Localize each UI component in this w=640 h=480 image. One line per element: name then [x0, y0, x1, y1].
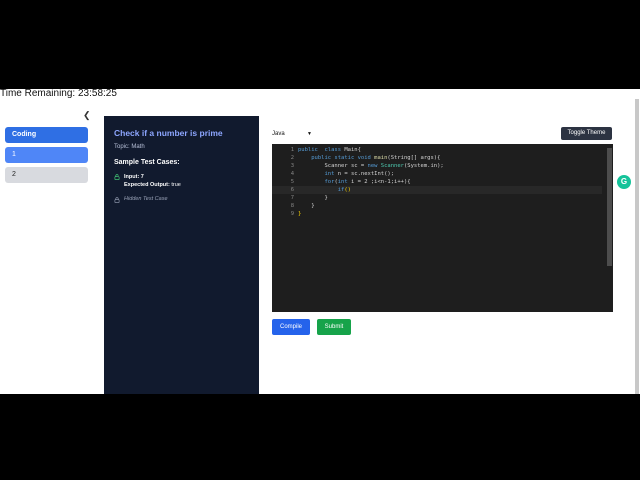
line-number: 5: [290, 179, 294, 185]
line-number: 3: [290, 163, 294, 169]
line-number: 8: [290, 203, 294, 209]
code-line: 8 }: [272, 202, 602, 210]
case-output-label: Expected Output:: [124, 182, 170, 188]
problem-topic: Topic: Math: [114, 144, 145, 150]
toggle-theme-button[interactable]: Toggle Theme: [561, 127, 612, 140]
line-number: 2: [290, 155, 294, 161]
editor-pane: Java ▼ Toggle Theme 1 public class Main{2…: [262, 116, 636, 394]
page-scrollbar[interactable]: [635, 99, 639, 394]
submit-button[interactable]: Submit: [317, 319, 351, 335]
line-number: 1: [290, 147, 294, 153]
language-value: Java: [272, 131, 285, 137]
code-line: 6 if(): [272, 186, 602, 194]
unlock-icon: [114, 174, 120, 180]
problem-title: Check if a number is prime: [114, 128, 223, 138]
code-line: 7 }: [272, 194, 602, 202]
sidebar-item-coding[interactable]: Coding: [5, 127, 88, 143]
code-line: 5 for(int i = 2 ;i<n-1;i++){: [272, 178, 602, 186]
code-text: public static void main(String[] args){: [311, 155, 441, 161]
sidebar-item-2[interactable]: 2: [5, 167, 88, 183]
case-output-value: true: [171, 182, 181, 188]
lock-icon: [114, 197, 120, 203]
code-text: int n = sc.nextInt();: [324, 171, 395, 177]
grammarly-icon[interactable]: G: [617, 175, 631, 189]
code-editor[interactable]: 1 public class Main{2 public static void …: [272, 144, 613, 312]
line-number: 4: [290, 171, 294, 177]
sample-test-case: Input: 7 Expected Output: true: [114, 173, 249, 189]
code-text: if(): [337, 187, 351, 193]
hidden-test-case: Hidden Test Case: [114, 196, 249, 203]
line-number: 9: [290, 211, 294, 217]
case-input: Input: 7: [124, 174, 144, 180]
problem-panel: Check if a number is prime Topic: Math S…: [104, 116, 259, 394]
code-line: 9}: [272, 210, 602, 218]
code-text: }: [298, 195, 328, 201]
hidden-case-label: Hidden Test Case: [124, 196, 168, 202]
language-select[interactable]: Java ▼: [272, 128, 312, 140]
code-line: 4 int n = sc.nextInt();: [272, 170, 602, 178]
app-frame: Time Remaining: 23:58:25 ❮ Coding 1 2 Ch…: [0, 89, 640, 394]
chevron-down-icon: ▼: [307, 131, 312, 137]
sample-heading: Sample Test Cases:: [114, 159, 180, 166]
code-text: for(int i = 2 ;i<n-1;i++){: [324, 179, 411, 185]
code-text: }: [298, 211, 302, 217]
editor-scrollbar[interactable]: [607, 148, 612, 266]
chevron-left-icon[interactable]: ❮: [83, 110, 91, 121]
code-line: 2 public static void main(String[] args)…: [272, 154, 602, 162]
code-line: 1 public class Main{: [272, 146, 602, 154]
sidebar-item-1[interactable]: 1: [5, 147, 88, 163]
line-number: 7: [290, 195, 294, 201]
code-text: public class Main{: [298, 147, 361, 153]
line-number: 6: [290, 187, 294, 193]
code-text: Scanner sc = new Scanner(System.in);: [298, 163, 444, 169]
time-remaining: Time Remaining: 23:58:25: [0, 89, 117, 99]
code-text: }: [298, 203, 315, 209]
code-line: 3 Scanner sc = new Scanner(System.in);: [272, 162, 602, 170]
compile-button[interactable]: Compile: [272, 319, 310, 335]
